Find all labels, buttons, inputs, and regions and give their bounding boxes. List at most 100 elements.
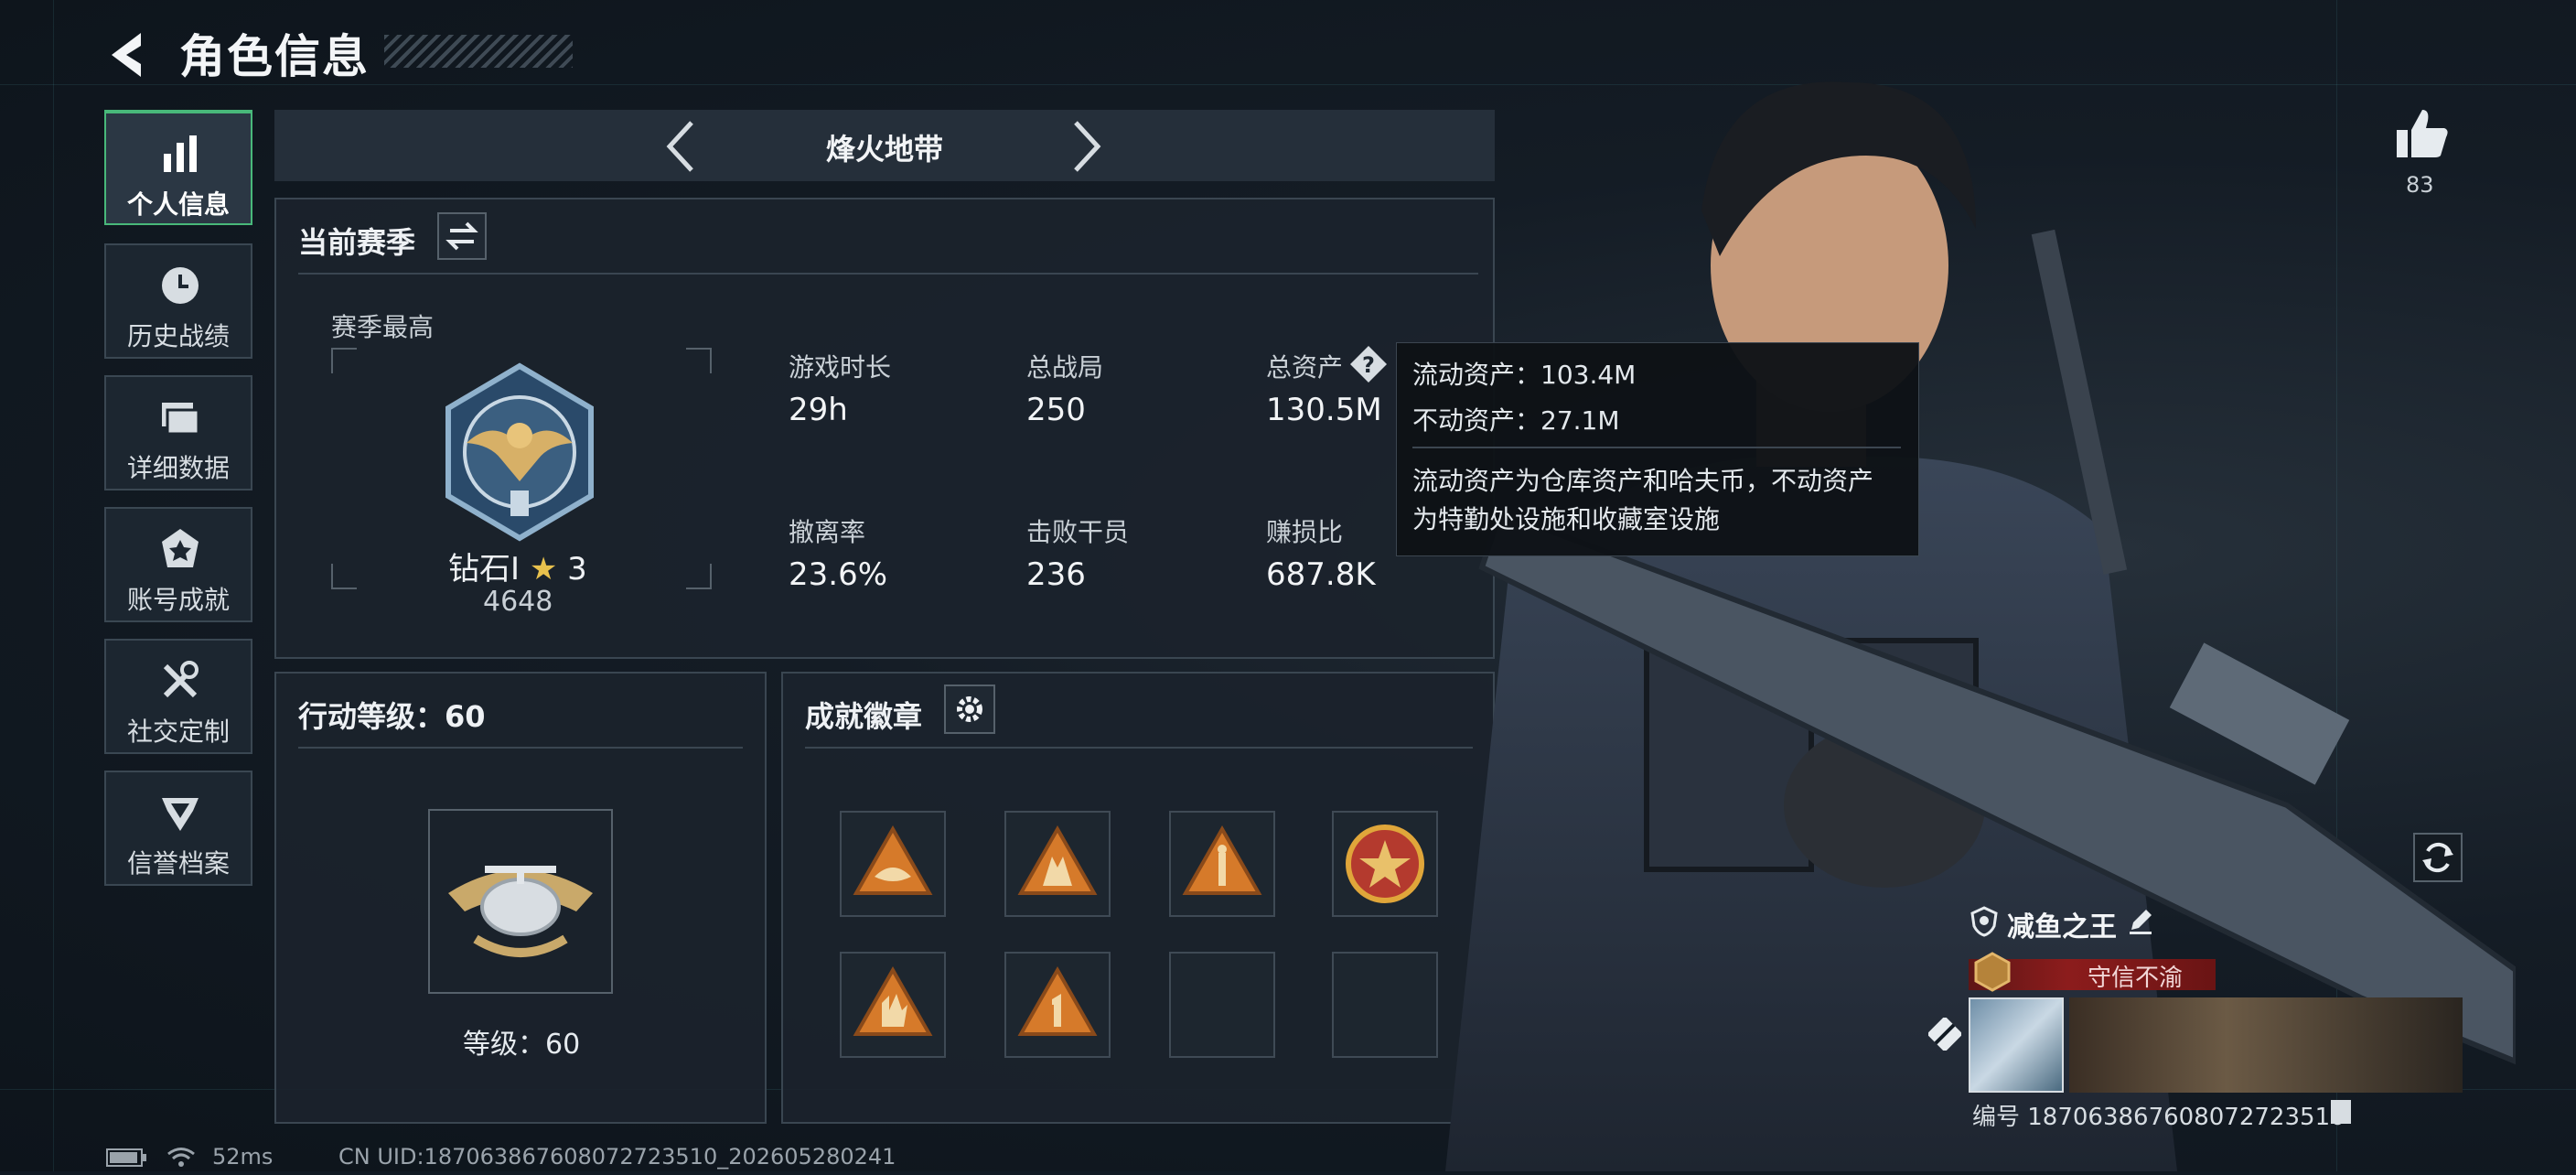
sidebar-item-label: 个人信息: [126, 189, 230, 220]
achievement-badge[interactable]: [1004, 952, 1111, 1058]
season-best-label: 赛季最高: [331, 312, 435, 342]
swap-icon: [445, 221, 478, 251]
sidebar-item-social[interactable]: 社交定制: [104, 639, 252, 754]
refresh-icon: [2422, 842, 2453, 873]
tooltip-fixed-assets: 不动资产：27.1M: [1412, 405, 1620, 436]
sidebar-item-personal-info[interactable]: 个人信息: [104, 110, 252, 225]
folder-icon: [162, 403, 200, 436]
tooltip-desc-line2: 为特勤处设施和收藏室设施: [1412, 504, 1721, 534]
frame-corner: [331, 564, 357, 589]
player-id: 编号 187063867608072723510: [1972, 1104, 2345, 1131]
player-name: 减鱼之王: [2007, 911, 2117, 943]
stat-label-total-assets: 总资产: [1266, 352, 1344, 383]
triangle-number-one-badge-icon: [1017, 965, 1098, 1036]
diamond-rank-icon: [445, 362, 594, 542]
rank-stars: 3: [567, 551, 587, 588]
sidebar-item-detail-data[interactable]: 详细数据: [104, 375, 252, 490]
avatar[interactable]: [1969, 997, 2064, 1093]
stat-value-profit-ratio: 687.8K: [1266, 556, 1376, 593]
stat-label-profit-ratio: 赚损比: [1266, 517, 1344, 547]
battery-icon: [106, 1148, 146, 1167]
achievement-slot-empty[interactable]: [1169, 952, 1275, 1058]
like-count: 83: [2406, 172, 2434, 198]
action-level-title: 行动等级：60: [298, 699, 486, 734]
divider: [298, 747, 743, 749]
shield-icon: [1970, 906, 1998, 937]
frame-corner: [686, 348, 712, 373]
copy-id-button[interactable]: [2331, 1100, 2351, 1124]
rank-name: 钻石Ⅰ ★ 3: [448, 544, 587, 588]
achievement-badge[interactable]: [840, 952, 946, 1058]
achievement-badge[interactable]: [1169, 811, 1275, 917]
tooltip-divider: [1412, 447, 1901, 448]
sidebar-item-history[interactable]: 历史战绩: [104, 243, 252, 359]
achievements-title: 成就徽章: [805, 699, 923, 734]
rank-name-text: 钻石Ⅰ: [448, 551, 521, 588]
pencil-icon: [2130, 910, 2152, 934]
badge-icon: [162, 529, 199, 567]
level-emblem-frame: [428, 809, 613, 994]
level-text: 等级：60: [463, 1029, 581, 1061]
shield-wing-icon: [162, 798, 199, 831]
refresh-button[interactable]: [2413, 833, 2463, 882]
profile-banner: [2069, 997, 2463, 1093]
uid-text: CN UID:187063867608072723510_20260528024…: [338, 1144, 896, 1170]
sidebar-item-reputation[interactable]: 信誉档案: [104, 771, 252, 886]
triangle-badge-icon: [1017, 825, 1098, 895]
frame-corner: [686, 564, 712, 589]
season-switch-button[interactable]: [437, 212, 487, 260]
stat-label-matches: 总战局: [1026, 352, 1104, 383]
triangle-badge-icon: [853, 825, 933, 895]
divider: [298, 273, 1478, 275]
rank-score: 4648: [483, 586, 553, 618]
wifi-icon: [167, 1148, 195, 1167]
achievement-badge[interactable]: [840, 811, 946, 917]
tools-icon: [163, 661, 199, 698]
back-arrow-icon: [112, 33, 141, 77]
sidebar-item-achievements[interactable]: 账号成就: [104, 507, 252, 622]
clock-icon: [162, 267, 199, 304]
sidebar-item-label: 社交定制: [126, 717, 230, 747]
eye-off-icon: [1927, 1016, 1963, 1052]
season-title: 当前赛季: [298, 225, 416, 260]
stat-value-playtime: 29h: [789, 392, 848, 428]
chevron-right-icon: [1074, 121, 1101, 172]
stat-label-playtime: 游戏时长: [789, 352, 892, 383]
edit-name-button[interactable]: [2126, 906, 2155, 939]
rank-emblem: [430, 362, 609, 545]
reputation-text: 守信不渝: [2088, 965, 2184, 992]
stat-value-matches: 250: [1026, 392, 1086, 428]
bar-chart-icon: [164, 135, 197, 172]
frame-corner: [331, 348, 357, 373]
achievements-settings-button[interactable]: [944, 685, 995, 734]
sidebar-item-label: 账号成就: [126, 585, 230, 615]
stat-value-total-assets: 130.5M: [1266, 392, 1382, 428]
grid-line: [53, 0, 54, 1171]
tooltip-desc-line1: 流动资产为仓库资产和哈夫币，不动资产: [1412, 466, 1874, 496]
reputation-emblem-icon: [1974, 952, 2011, 992]
stat-label-kills: 击败干员: [1026, 517, 1130, 547]
helicopter-emblem-icon: [448, 866, 593, 957]
tooltip-liquid-assets: 流动资产：103.4M: [1412, 360, 1637, 390]
triangle-badge-icon: [853, 965, 933, 1036]
stat-value-extraction-rate: 23.6%: [789, 556, 888, 593]
gear-icon: [957, 696, 982, 722]
thumbs-up-icon: [2397, 110, 2448, 157]
ping-text: 52ms: [212, 1144, 274, 1170]
stat-value-kills: 236: [1026, 556, 1086, 593]
title-decoration: [384, 35, 573, 68]
sidebar-item-label: 详细数据: [126, 453, 230, 483]
sidebar-item-label: 信誉档案: [126, 848, 230, 879]
mode-label: 烽火地带: [825, 132, 943, 167]
stat-label-extraction-rate: 撤离率: [789, 517, 866, 547]
page-title: 角色信息: [179, 30, 370, 83]
like-button[interactable]: [2393, 106, 2452, 165]
triangle-badge-icon: [1182, 825, 1262, 895]
achievement-badge[interactable]: [1004, 811, 1111, 917]
player-name-card: 减鱼之王 守信不渝 编号 187063867608072723510: [1969, 906, 2463, 1135]
hide-button[interactable]: [1927, 1016, 1963, 1054]
mode-next-button[interactable]: [1063, 117, 1109, 179]
star-icon: ★: [529, 551, 558, 588]
sidebar-item-label: 历史战绩: [126, 321, 230, 351]
back-button[interactable]: [102, 27, 157, 82]
